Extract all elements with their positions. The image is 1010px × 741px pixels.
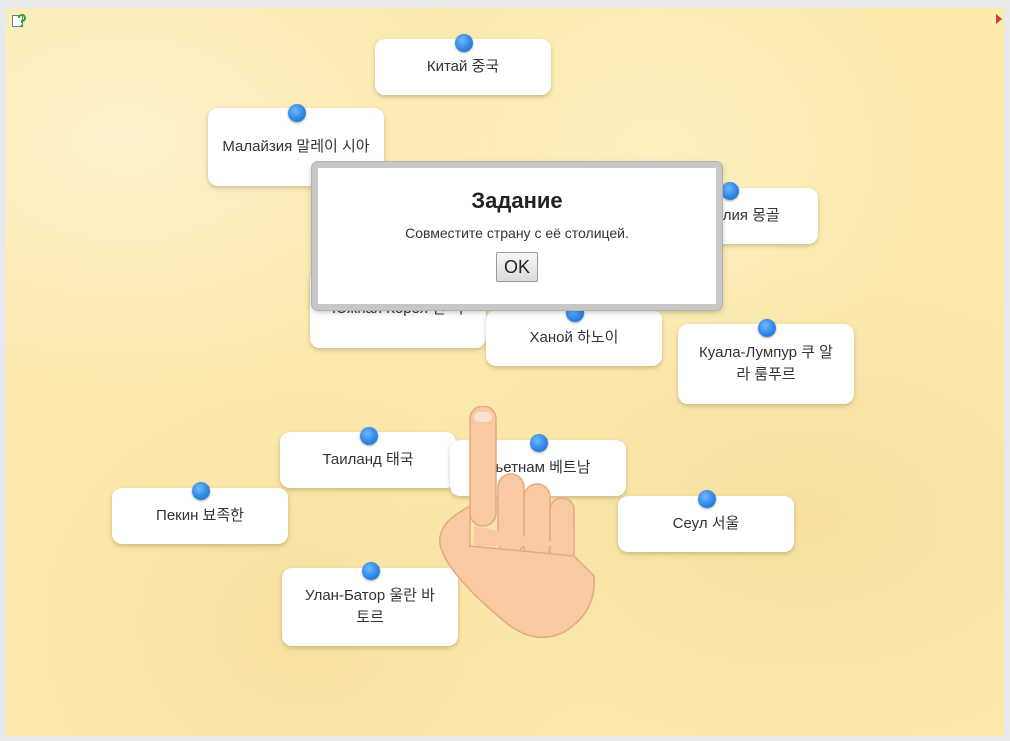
card-label: Таиланд 태국 bbox=[322, 451, 414, 468]
card-label: Китай 중국 bbox=[426, 58, 500, 75]
pin-icon[interactable] bbox=[530, 434, 548, 452]
pin-icon[interactable] bbox=[360, 427, 378, 445]
pin-icon[interactable] bbox=[288, 104, 306, 122]
pin-icon[interactable] bbox=[455, 34, 473, 52]
game-board: Китай 중국 Малайзия 말레이 시아 Монголия 몽골 Южн… bbox=[6, 8, 1004, 736]
help-icon[interactable] bbox=[12, 14, 26, 28]
pin-icon[interactable] bbox=[721, 182, 739, 200]
card-label: Куала-Лумпур 쿠 알라 룸푸르 bbox=[699, 344, 833, 383]
card-label: Пекин 뵤족한 bbox=[156, 507, 244, 524]
card-label: Улан-Батор 울란 바토르 bbox=[305, 587, 435, 626]
pin-icon[interactable] bbox=[362, 562, 380, 580]
pin-icon[interactable] bbox=[758, 319, 776, 337]
dialog-instruction: Совместите страну с её столицей. bbox=[405, 225, 629, 241]
app-frame: Китай 중국 Малайзия 말레이 시아 Монголия 몽골 Южн… bbox=[0, 0, 1010, 741]
dialog-title: Задание bbox=[471, 188, 563, 213]
card-label: Малайзия 말레이 시아 bbox=[222, 138, 370, 155]
ok-button[interactable]: OK bbox=[496, 252, 538, 282]
task-dialog: Задание Совместите страну с её столицей.… bbox=[312, 162, 722, 310]
pin-icon[interactable] bbox=[192, 482, 210, 500]
card-label: Сеул 서울 bbox=[672, 515, 740, 532]
pin-icon[interactable] bbox=[698, 490, 716, 508]
card-label: Ханой 하노이 bbox=[529, 329, 619, 346]
expand-arrow-icon[interactable] bbox=[996, 14, 1002, 24]
card-label: Вьетнам 베트남 bbox=[485, 459, 591, 476]
